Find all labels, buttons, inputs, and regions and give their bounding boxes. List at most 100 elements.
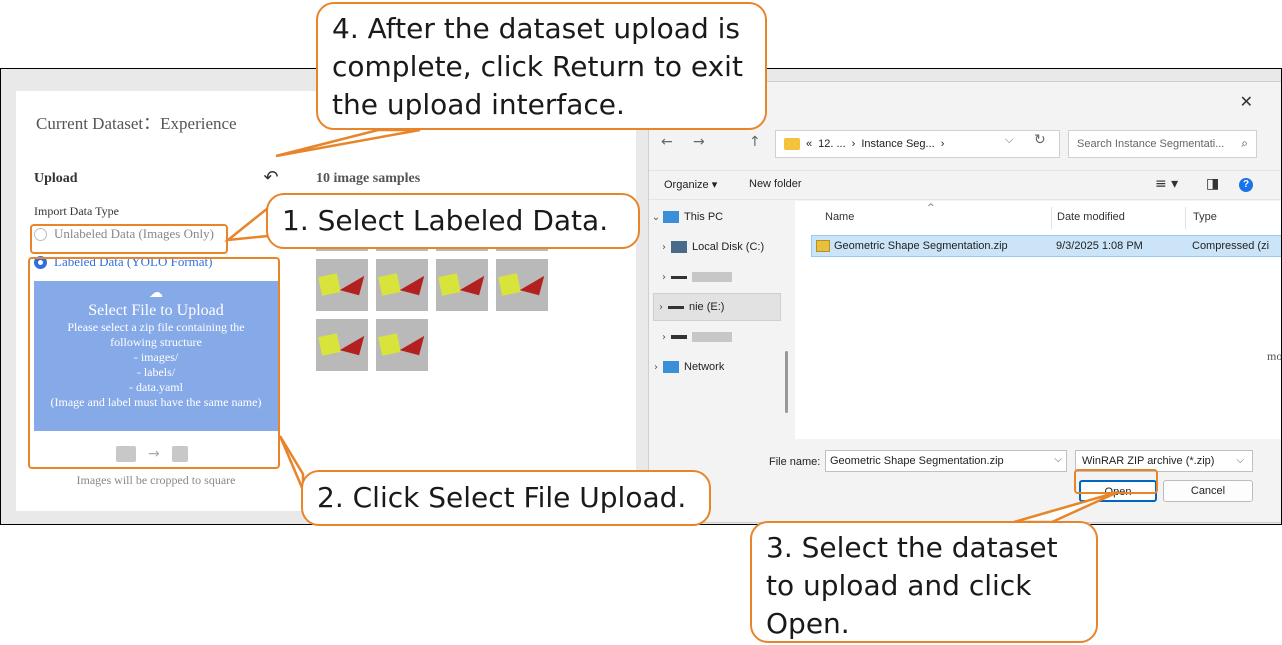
return-arrow-icon[interactable]: ↶ xyxy=(260,167,282,189)
nav-network[interactable]: › Network xyxy=(649,353,777,381)
sort-caret-icon: ^ xyxy=(927,203,935,213)
chevron-down-icon: ⌵ xyxy=(1236,455,1244,466)
cancel-button[interactable]: Cancel xyxy=(1163,480,1253,502)
drive-icon xyxy=(671,241,687,253)
column-type[interactable]: Type xyxy=(1193,211,1217,223)
chevron-right-icon: › xyxy=(659,301,663,313)
sample-thumbnail[interactable] xyxy=(316,319,368,371)
address-separator: › xyxy=(940,138,945,150)
search-placeholder: Search Instance Segmentati... xyxy=(1077,138,1225,150)
file-row[interactable]: Geometric Shape Segmentation.zip 9/3/202… xyxy=(811,235,1281,257)
search-icon: ⌕ xyxy=(1241,136,1248,150)
address-bar[interactable]: « 12. ... › Instance Seg... › xyxy=(775,130,1060,158)
file-name-field[interactable]: Geometric Shape Segmentation.zip ⌵ xyxy=(825,450,1067,472)
nav-drive-redacted[interactable]: › xyxy=(657,263,785,291)
callout-step-1: 1. Select Labeled Data. xyxy=(266,193,640,249)
background-cut-off-text: mod xyxy=(1267,349,1282,363)
file-list: Name ^ Date modified Type Geometric Shap… xyxy=(795,201,1281,439)
column-name[interactable]: Name xyxy=(825,211,854,223)
preview-pane-icon[interactable]: ◨ xyxy=(1206,176,1219,192)
drive-icon xyxy=(671,335,687,339)
address-segment[interactable]: Instance Seg... xyxy=(861,138,934,150)
search-input[interactable]: Search Instance Segmentati... ⌕ xyxy=(1068,130,1257,158)
yellow-shape xyxy=(438,273,461,296)
upload-heading: Upload xyxy=(34,171,78,186)
sample-thumbnail[interactable] xyxy=(316,259,368,311)
red-shape xyxy=(339,270,365,296)
redacted-label xyxy=(692,332,732,342)
address-prefix: « xyxy=(806,138,813,150)
import-type-label: Import Data Type xyxy=(34,204,119,218)
yellow-shape xyxy=(318,333,341,356)
nav-drive-e[interactable]: › nie (E:) xyxy=(653,293,781,321)
file-type: Compressed (zi xyxy=(1192,240,1270,252)
dialog-toolbar: Organize ▾ New folder ≡ ▾ ◨ ? xyxy=(649,170,1281,200)
column-date-modified[interactable]: Date modified xyxy=(1057,211,1125,223)
network-icon xyxy=(663,361,679,373)
nav-local-disk-c[interactable]: › Local Disk (C:) xyxy=(657,233,785,261)
drive-icon xyxy=(671,275,687,279)
open-button-highlight xyxy=(1074,469,1158,494)
yellow-shape xyxy=(498,273,521,296)
yellow-shape xyxy=(318,273,341,296)
callout-line: 4. After the dataset upload is xyxy=(332,12,740,45)
chevron-right-icon: › xyxy=(662,331,666,343)
file-name-value: Geometric Shape Segmentation.zip xyxy=(830,455,1004,467)
callout-step-2: 2. Click Select File Upload. xyxy=(301,470,711,526)
chevron-right-icon: › xyxy=(662,271,666,283)
nav-scrollbar[interactable] xyxy=(785,351,788,413)
navigation-pane: ⌄ This PC › Local Disk (C:) › › nie (E:)… xyxy=(649,201,789,439)
callout-line: 3. Select the dataset xyxy=(766,531,1058,564)
new-folder-button[interactable]: New folder xyxy=(749,178,802,190)
callout-line: Open. xyxy=(766,607,850,640)
column-divider[interactable] xyxy=(1185,207,1186,229)
zip-file-icon xyxy=(816,240,830,252)
address-dropdown-icon[interactable]: ⌵ xyxy=(1005,134,1013,147)
callout-line: the upload interface. xyxy=(332,88,625,121)
sample-thumbnail[interactable] xyxy=(376,319,428,371)
up-arrow-icon[interactable]: ↑ xyxy=(749,134,761,150)
red-shape xyxy=(399,330,425,356)
labeled-data-highlight xyxy=(30,224,228,254)
folder-icon xyxy=(784,138,800,150)
yellow-shape xyxy=(378,273,401,296)
file-open-dialog: ✕ ← → ↑ « 12. ... › Instance Seg... › ⌵ … xyxy=(648,81,1281,523)
chevron-right-icon: › xyxy=(654,361,658,373)
address-segment[interactable]: 12. ... xyxy=(818,138,846,150)
view-options-icon[interactable]: ≡ ▾ xyxy=(1155,176,1178,192)
close-icon[interactable]: ✕ xyxy=(1240,92,1253,112)
red-shape xyxy=(339,330,365,356)
red-shape xyxy=(519,270,545,296)
callout-line: to upload and click xyxy=(766,569,1032,602)
chevron-right-icon: › xyxy=(662,241,666,253)
sample-thumbnail[interactable] xyxy=(436,259,488,311)
column-divider[interactable] xyxy=(1051,207,1052,229)
callout-line: complete, click Return to exit xyxy=(332,50,743,83)
file-name-label: File name: xyxy=(769,456,821,468)
chevron-down-icon: ⌄ xyxy=(651,211,661,223)
nav-this-pc[interactable]: ⌄ This PC xyxy=(649,203,777,231)
chevron-down-icon[interactable]: ⌵ xyxy=(1054,454,1062,465)
callout-step-4: 4. After the dataset upload is complete,… xyxy=(316,2,767,130)
yellow-shape xyxy=(378,333,401,356)
nav-label: Local Disk (C:) xyxy=(692,241,765,253)
file-name: Geometric Shape Segmentation.zip xyxy=(834,240,1008,252)
forward-arrow-icon[interactable]: → xyxy=(693,134,705,150)
computer-icon xyxy=(663,211,679,223)
red-shape xyxy=(399,270,425,296)
select-file-highlight xyxy=(28,257,280,469)
nav-label: nie (E:) xyxy=(689,301,725,313)
sample-thumbnail[interactable] xyxy=(376,259,428,311)
drive-icon xyxy=(668,305,684,309)
sample-thumbnail[interactable] xyxy=(496,259,548,311)
organize-menu[interactable]: Organize ▾ xyxy=(664,178,717,191)
nav-label: Network xyxy=(684,361,725,373)
address-separator: › xyxy=(851,138,856,150)
redacted-label xyxy=(692,272,732,282)
nav-drive-redacted[interactable]: › xyxy=(657,323,785,351)
callout-step-3: 3. Select the dataset to upload and clic… xyxy=(750,521,1098,643)
refresh-icon[interactable]: ↻ xyxy=(1034,132,1046,148)
help-icon[interactable]: ? xyxy=(1239,178,1253,192)
current-dataset-title: Current Dataset：Experience xyxy=(36,114,237,133)
back-arrow-icon[interactable]: ← xyxy=(661,134,673,150)
